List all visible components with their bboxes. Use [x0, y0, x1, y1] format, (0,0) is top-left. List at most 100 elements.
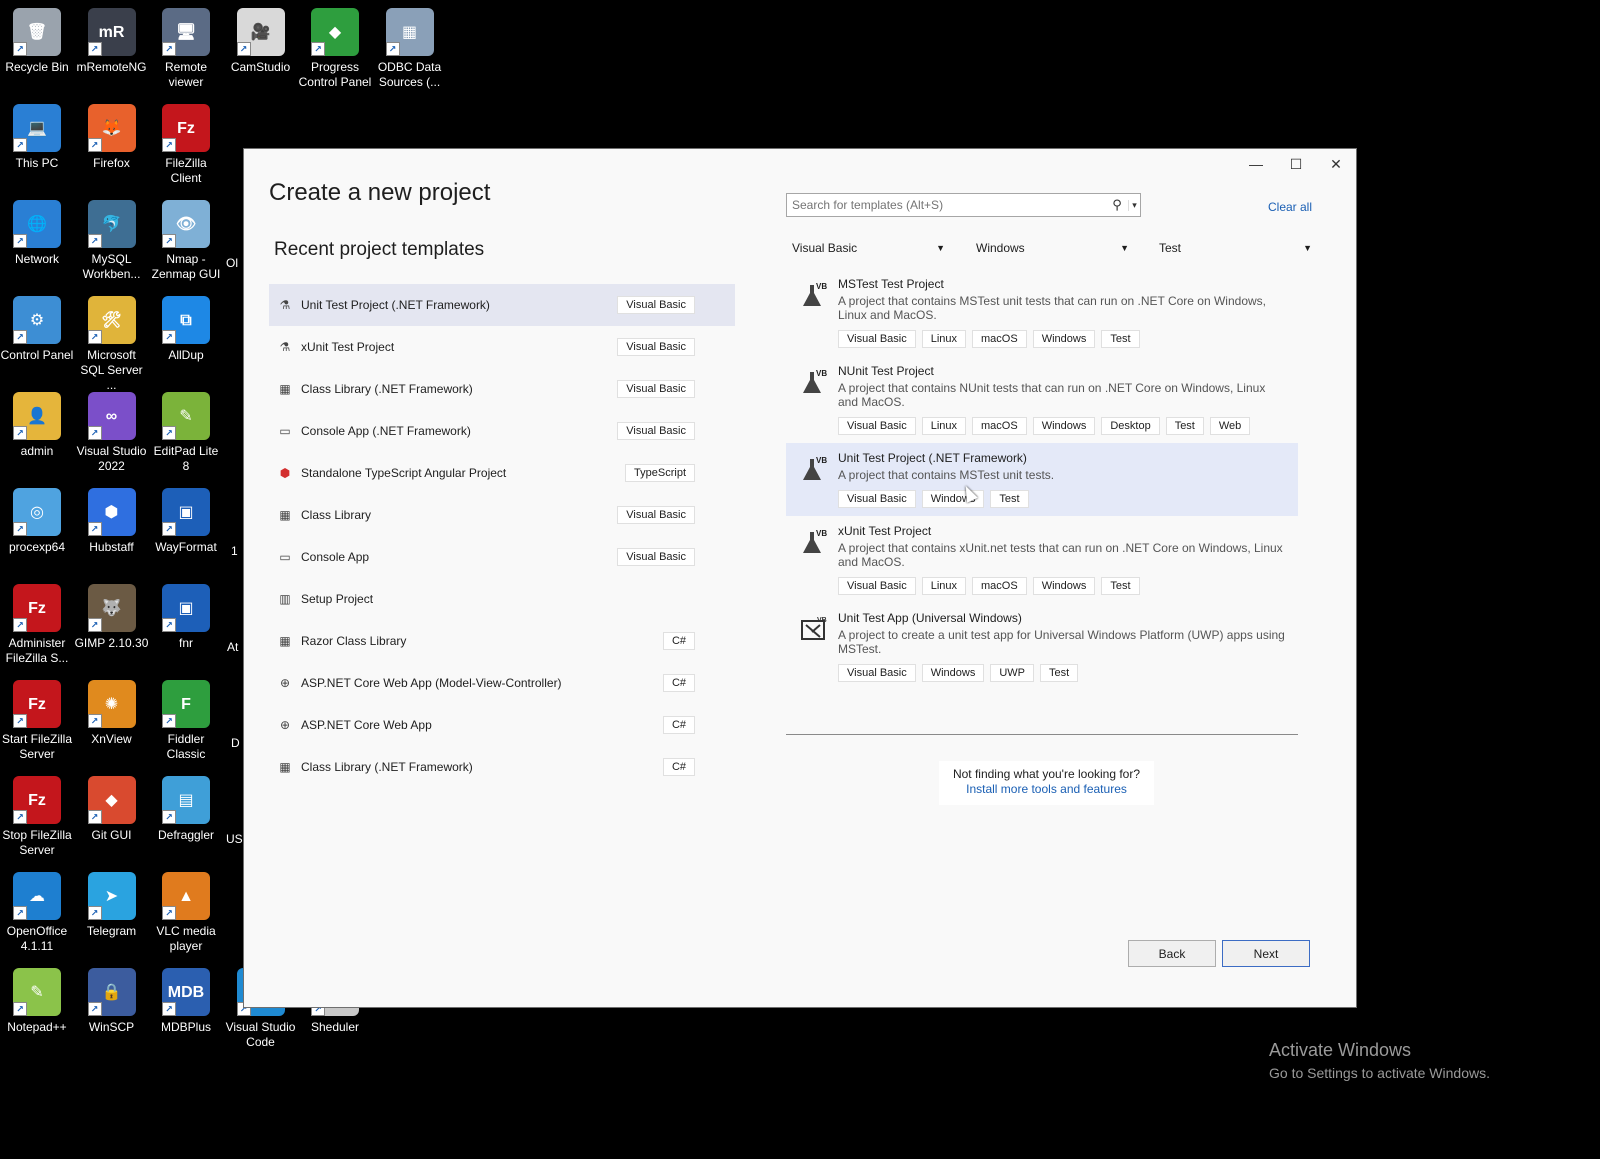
desktop-icon-git-gui[interactable]: ◆ ↗ Git GUI: [75, 776, 149, 843]
desktop-icon-odbc-data-sources[interactable]: ▦ ↗ ODBC Data Sources (...: [373, 8, 447, 90]
desktop-icon-label: Stop FileZilla Server: [2, 828, 72, 857]
app-icon: 💻 ↗: [13, 104, 61, 152]
recent-template-item[interactable]: ▦ Class Library (.NET Framework) C#: [269, 746, 735, 788]
desktop-icon-label: fnr: [178, 636, 193, 650]
app-icon: Fz ↗: [13, 776, 61, 824]
desktop-icon-mysql-workben[interactable]: 🐬 ↗ MySQL Workben...: [75, 200, 149, 282]
app-icon: ◎ ↗: [13, 488, 61, 536]
maximize-button[interactable]: ☐: [1276, 149, 1316, 179]
recent-template-item[interactable]: ▦ Class Library Visual Basic: [269, 494, 735, 536]
desktop-icon-microsoft-sql-server[interactable]: 🛠 ↗ Microsoft SQL Server ...: [75, 296, 149, 393]
app-icon: 👤 ↗: [13, 392, 61, 440]
app-icon: 🐬 ↗: [87, 200, 136, 248]
desktop-icon-fiddler-classic[interactable]: F ↗ Fiddler Classic: [149, 680, 223, 762]
app-icon: 🔒 ↗: [87, 968, 136, 1016]
shortcut-arrow-icon: ↗: [87, 522, 102, 536]
desktop-icon-stop-filezilla-server[interactable]: Fz ↗ Stop FileZilla Server: [0, 776, 74, 858]
install-more-link[interactable]: Install more tools and features: [939, 782, 1154, 797]
desktop-icon-camstudio[interactable]: 🎥 ↗ CamStudio: [224, 8, 298, 75]
template-item[interactable]: VB Unit Test Project (.NET Framework) A pr…: [786, 443, 1298, 516]
desktop-icon-procexp64[interactable]: ◎ ↗ procexp64: [0, 488, 74, 555]
recent-template-item[interactable]: ⚗ xUnit Test Project Visual Basic: [269, 326, 735, 368]
desktop-icon-progress-control-panel[interactable]: ◆ ↗ Progress Control Panel: [298, 8, 372, 90]
desktop-icon-recycle-bin[interactable]: 🗑 ↗ Recycle Bin: [0, 8, 74, 75]
desktop-icon-fnr[interactable]: ▣ ↗ fnr: [149, 584, 223, 651]
desktop-icon-alldup[interactable]: ⧉ ↗ AllDup: [149, 296, 223, 363]
recent-template-item[interactable]: ▦ Razor Class Library C#: [269, 620, 735, 662]
template-tag: Visual Basic: [838, 490, 916, 508]
recent-template-item[interactable]: ▭ Console App Visual Basic: [269, 536, 735, 578]
app-icon: ▣ ↗: [162, 488, 210, 536]
app-icon: ✺ ↗: [87, 680, 136, 728]
desktop-icon-start-filezilla-server[interactable]: Fz ↗ Start FileZilla Server: [0, 680, 74, 762]
desktop-icon-control-panel[interactable]: ⚙ ↗ Control Panel: [0, 296, 74, 363]
desktop-icon-winscp[interactable]: 🔒 ↗ WinSCP: [75, 968, 149, 1035]
desktop-icon-defraggler[interactable]: ▤ ↗ Defraggler: [149, 776, 223, 843]
desktop-icon-wayformat[interactable]: ▣ ↗ WayFormat: [149, 488, 223, 555]
desktop-icon-hubstaff[interactable]: ⬢ ↗ Hubstaff: [75, 488, 149, 555]
template-tag: macOS: [972, 577, 1027, 595]
recent-template-item[interactable]: ⬢ Standalone TypeScript Angular Project Ty…: [269, 452, 735, 494]
desktop-icon-admin[interactable]: 👤 ↗ admin: [0, 392, 74, 459]
desktop-icon-network[interactable]: 🌐 ↗ Network: [0, 200, 74, 267]
next-button[interactable]: Next: [1222, 940, 1310, 967]
desktop-icon-visual-studio-2022[interactable]: ∞ ↗ Visual Studio 2022: [75, 392, 149, 474]
desktop-icon-gimp-2-10-30[interactable]: 🐺 ↗ GIMP 2.10.30: [75, 584, 149, 651]
template-search[interactable]: ⚲ ▾: [786, 193, 1141, 217]
language-tag: Visual Basic: [617, 506, 695, 524]
back-button[interactable]: Back: [1128, 940, 1216, 967]
project-type-filter[interactable]: Test ▼: [1153, 236, 1318, 260]
create-project-dialog: — ☐ ✕ Create a new project Recent projec…: [243, 148, 1357, 1008]
shortcut-arrow-icon: ↗: [13, 1002, 27, 1016]
desktop-icon-label: Sheduler: [310, 1020, 360, 1034]
platform-filter[interactable]: Windows ▼: [970, 236, 1135, 260]
recent-template-item[interactable]: ▥ Setup Project: [269, 578, 735, 620]
shortcut-arrow-icon: ↗: [87, 234, 102, 248]
desktop-icon-remote-viewer[interactable]: 🖥 ↗ Remote viewer: [149, 8, 223, 90]
template-item[interactable]: VB NUnit Test Project A project that conta…: [786, 356, 1298, 443]
desktop-icon-label: ODBC Data Sources (...: [377, 60, 442, 89]
template-tag: macOS: [972, 330, 1027, 348]
search-icon[interactable]: ⚲: [1106, 197, 1128, 213]
desktop-icon-vlc-media-player[interactable]: ▲ ↗ VLC media player: [149, 872, 223, 954]
recent-template-name: Class Library (.NET Framework): [301, 760, 473, 774]
desktop-icon-nmap-zenmap-gui[interactable]: 👁 ↗ Nmap - Zenmap GUI: [149, 200, 223, 282]
desktop-icon-mdbplus[interactable]: MDB ↗ MDBPlus: [149, 968, 223, 1035]
search-input[interactable]: [787, 195, 1106, 215]
desktop-icon-xnview[interactable]: ✺ ↗ XnView: [75, 680, 149, 747]
desktop-icon-label: Administer FileZilla S...: [5, 636, 69, 665]
desktop-icon-filezilla-client[interactable]: Fz ↗ FileZilla Client: [149, 104, 223, 186]
desktop-icon-label: OpenOffice 4.1.11: [6, 924, 68, 953]
template-item[interactable]: VB MSTest Test Project A project that cont…: [786, 269, 1298, 356]
minimize-button[interactable]: —: [1236, 149, 1276, 179]
recent-template-item[interactable]: ⚗ Unit Test Project (.NET Framework) Visua…: [269, 284, 735, 326]
search-dropdown-icon[interactable]: ▾: [1128, 199, 1140, 211]
results-divider: [786, 734, 1298, 735]
recent-template-item[interactable]: ⊕ ASP.NET Core Web App C#: [269, 704, 735, 746]
desktop-icon-administer-filezilla-s[interactable]: Fz ↗ Administer FileZilla S...: [0, 584, 74, 666]
shortcut-arrow-icon: ↗: [162, 138, 176, 152]
close-button[interactable]: ✕: [1316, 149, 1356, 179]
recent-template-item[interactable]: ▭ Console App (.NET Framework) Visual Basi…: [269, 410, 735, 452]
app-icon: Fz ↗: [13, 584, 61, 632]
template-item[interactable]: VB Unit Test App (Universal Windows) A pro…: [786, 603, 1298, 690]
recent-template-item[interactable]: ⊕ ASP.NET Core Web App (Model-View-Contro…: [269, 662, 735, 704]
template-icon: ▦: [279, 508, 291, 522]
recent-template-item[interactable]: ▦ Class Library (.NET Framework) Visual Ba…: [269, 368, 735, 410]
template-item[interactable]: VB xUnit Test Project A project that conta…: [786, 516, 1298, 603]
clear-all-link[interactable]: Clear all: [1268, 200, 1312, 214]
template-tag: Windows: [1032, 417, 1096, 435]
template-tag: Test: [990, 490, 1029, 508]
app-icon: ⬢ ↗: [87, 488, 136, 536]
desktop-icon-firefox[interactable]: 🦊 ↗ Firefox: [75, 104, 149, 171]
desktop-icon-openoffice-4-1-11[interactable]: ☁ ↗ OpenOffice 4.1.11: [0, 872, 74, 954]
desktop-icon-this-pc[interactable]: 💻 ↗ This PC: [0, 104, 74, 171]
shortcut-arrow-icon: ↗: [162, 906, 176, 920]
not-finding-text: Not finding what you're looking for?: [952, 767, 1141, 781]
desktop-icon-telegram[interactable]: ➤ ↗ Telegram: [75, 872, 149, 939]
desktop-icon-editpad-lite-8[interactable]: ✎ ↗ EditPad Lite 8: [149, 392, 223, 474]
language-filter[interactable]: Visual Basic ▼: [786, 236, 951, 260]
desktop-icon-notepad[interactable]: ✎ ↗ Notepad++: [0, 968, 74, 1035]
desktop-icon-mremoteng[interactable]: mR ↗ mRemoteNG: [75, 8, 149, 75]
app-icon: ⚙ ↗: [13, 296, 61, 344]
